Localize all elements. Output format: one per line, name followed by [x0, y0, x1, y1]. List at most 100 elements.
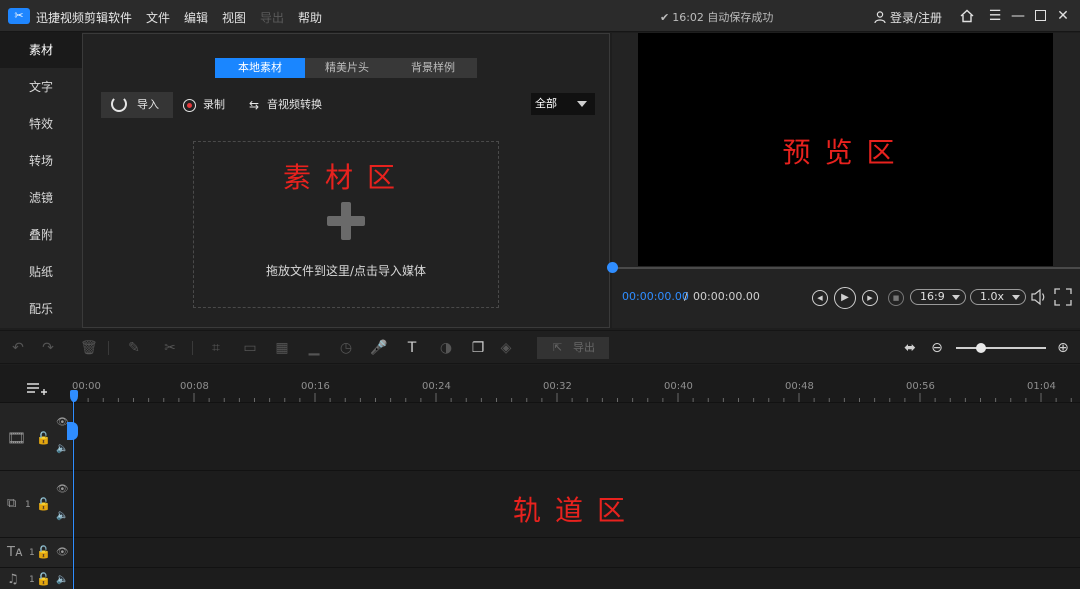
previous-frame-button[interactable]: ◀: [812, 290, 828, 306]
tab-local-media[interactable]: 本地素材: [215, 58, 305, 78]
home-icon: [960, 9, 974, 23]
export-button[interactable]: ⇱ 导出: [537, 337, 609, 359]
current-time: 00:00:00.00: [622, 290, 689, 303]
playhead-handle[interactable]: [67, 422, 78, 440]
zoom-in-icon[interactable]: ⊕: [1055, 340, 1071, 356]
text-track: Tᴀ 1 🔓 👁: [0, 537, 1080, 567]
menu-help[interactable]: 帮助: [298, 9, 322, 26]
zoom-slider[interactable]: [956, 347, 1046, 349]
playback-progress-bar[interactable]: [612, 267, 1080, 269]
home-button[interactable]: [958, 6, 976, 26]
sidebar-item-filters[interactable]: 滤镜: [0, 180, 82, 216]
hamburger-icon: ☰: [988, 8, 1002, 24]
record-button[interactable]: 录制: [183, 96, 225, 114]
check-icon: ✔: [660, 11, 670, 24]
toolbar-divider: [108, 341, 109, 355]
speaker-icon[interactable]: 🔈: [56, 443, 68, 454]
keyframe-icon[interactable]: ◈: [498, 340, 514, 356]
app-logo-icon: ✂: [8, 8, 30, 24]
record-icon: [183, 99, 196, 112]
playhead-cap[interactable]: [70, 390, 78, 402]
close-icon: ✕: [1057, 8, 1069, 24]
menu-edit[interactable]: 编辑: [184, 9, 208, 26]
scissors-icon[interactable]: ✂: [162, 340, 178, 356]
fullscreen-button[interactable]: [1054, 288, 1072, 306]
convert-button[interactable]: ⇆ 音视频转换: [249, 96, 322, 114]
music-track-lane[interactable]: [72, 568, 1080, 589]
tick-label: 00:08: [180, 381, 209, 392]
lock-icon[interactable]: 🔓: [36, 431, 51, 445]
playback-progress-handle[interactable]: [607, 262, 618, 273]
close-button[interactable]: ✕: [1054, 6, 1072, 26]
maximize-button[interactable]: [1031, 6, 1049, 26]
text-track-lane[interactable]: [72, 538, 1080, 567]
timeline-toolbar: ↶ ↷ 🗑 ✎ ✂ ⌗ ▭ ▦ ▁ ◷ 🎤 T ◑ ❐ ◈ ⇱ 导出 ⬌ ⊖ ⊕: [0, 330, 1080, 364]
minimize-button[interactable]: —: [1009, 6, 1027, 26]
preview-zone-label: 预览区: [782, 136, 909, 169]
media-drop-zone[interactable]: 素材区 拖放文件到这里/点击导入媒体: [193, 141, 499, 308]
sidebar-item-material[interactable]: 素材: [0, 32, 82, 68]
stop-icon: ■: [892, 294, 900, 302]
media-filter-select[interactable]: 全部: [531, 93, 595, 115]
video-track-lane[interactable]: [72, 403, 1080, 470]
overlay-track-header: ⧉ 1 🔓 👁 🔈: [0, 471, 72, 537]
speed-value: 1.0x: [980, 290, 1005, 303]
text-to-speech-icon[interactable]: T: [404, 340, 420, 356]
import-button[interactable]: 导入: [101, 92, 173, 118]
sidebar-item-stickers[interactable]: 贴纸: [0, 254, 82, 290]
aspect-ratio-select[interactable]: 16:9: [910, 289, 966, 305]
volume-button[interactable]: [1030, 288, 1048, 306]
menu-view[interactable]: 视图: [222, 9, 246, 26]
delete-icon[interactable]: 🗑: [80, 340, 98, 356]
app-title: 迅捷视频剪辑软件: [36, 11, 133, 25]
picture-in-picture-icon[interactable]: ❐: [470, 340, 486, 356]
media-zone-label: 素材区: [282, 161, 409, 194]
music-track-header: ♫ 1 🔓 🔈: [0, 568, 72, 589]
eye-icon[interactable]: 👁: [56, 547, 69, 558]
add-track-icon[interactable]: [27, 382, 47, 396]
speaker-icon[interactable]: 🔈: [56, 574, 68, 585]
tick-label: 00:24: [422, 381, 451, 392]
menu-button[interactable]: ☰: [986, 6, 1004, 26]
fit-timeline-icon[interactable]: ⬌: [902, 340, 918, 356]
film-icon: 🎞: [7, 429, 27, 447]
sidebar-item-music[interactable]: 配乐: [0, 291, 82, 327]
freeze-frame-icon[interactable]: ▭: [242, 340, 258, 356]
timeline-ruler[interactable]: 00:00 00:08 00:16 00:24 00:32 00:40 00:4…: [0, 365, 1080, 402]
tab-intros[interactable]: 精美片头: [305, 58, 389, 78]
next-frame-button[interactable]: ▶: [862, 290, 878, 306]
play-button[interactable]: ▶: [834, 287, 856, 309]
eye-icon[interactable]: 👁: [56, 484, 69, 495]
lock-icon[interactable]: 🔓: [36, 545, 51, 559]
sidebar-item-transitions[interactable]: 转场: [0, 143, 82, 179]
crop-icon[interactable]: ⌗: [208, 340, 224, 356]
zoom-slider-handle[interactable]: [976, 343, 986, 353]
stop-button[interactable]: ■: [888, 290, 904, 306]
edit-icon[interactable]: ✎: [126, 340, 142, 356]
speaker-icon[interactable]: 🔈: [56, 510, 68, 521]
sidebar-item-overlay[interactable]: 叠附: [0, 217, 82, 253]
zoom-out-icon[interactable]: ⊖: [929, 340, 945, 356]
login-button[interactable]: 登录/注册: [874, 9, 942, 26]
plus-icon: [327, 202, 365, 240]
tab-background-samples[interactable]: 背景样例: [389, 58, 477, 78]
sidebar-item-effects[interactable]: 特效: [0, 106, 82, 142]
media-filter-value: 全部: [535, 97, 557, 110]
lock-icon[interactable]: 🔓: [36, 497, 51, 511]
menu-file[interactable]: 文件: [146, 9, 170, 26]
microphone-icon[interactable]: 🎤: [370, 340, 387, 356]
video-track: 🎞 🔓 👁 🔈: [0, 402, 1080, 470]
color-picker-icon[interactable]: ◑: [438, 340, 454, 356]
redo-icon[interactable]: ↷: [40, 340, 56, 356]
speed-select[interactable]: 1.0x: [970, 289, 1026, 305]
overlay-track-lane[interactable]: 轨道区: [72, 471, 1080, 537]
sidebar-item-text[interactable]: 文字: [0, 69, 82, 105]
lock-icon[interactable]: 🔓: [36, 572, 51, 586]
tick-label: 01:04: [1027, 381, 1056, 392]
undo-icon[interactable]: ↶: [10, 340, 26, 356]
track-number: 1: [29, 548, 35, 558]
clock-icon[interactable]: ◷: [338, 340, 354, 356]
mosaic-icon[interactable]: ▦: [274, 340, 290, 356]
menu-export[interactable]: 导出: [260, 9, 284, 26]
audio-wave-icon[interactable]: ▁: [306, 340, 322, 356]
